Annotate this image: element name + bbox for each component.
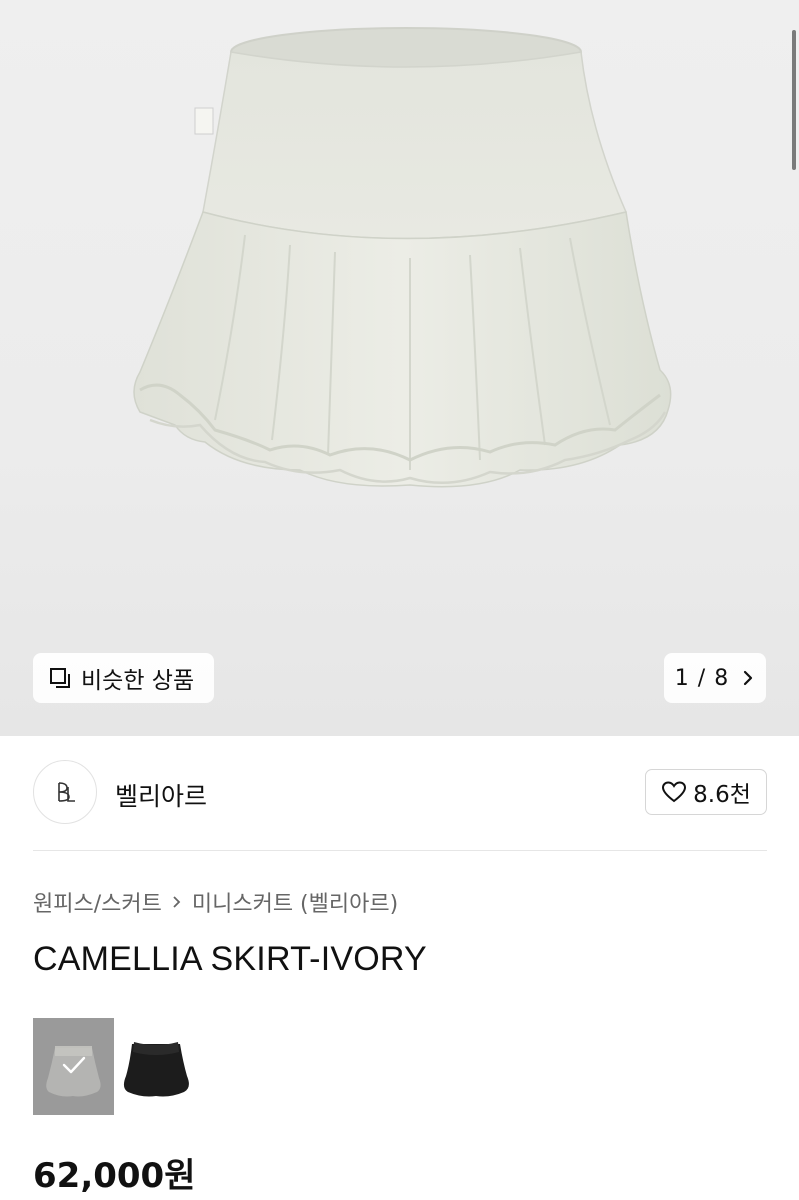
seller-logo [58,782,75,802]
scrollbar-thumb[interactable] [792,30,796,170]
swatch-image-black [123,1042,189,1097]
color-swatch-ivory[interactable] [33,1018,114,1115]
heart-icon [662,781,687,803]
product-image-gallery[interactable]: 비슷한 상품 1 / 8 [0,0,799,736]
check-icon [62,1056,86,1074]
breadcrumb-category[interactable]: 원피스/스커트 [33,886,162,918]
product-price: 62,000원 [33,1156,196,1196]
divider [33,850,767,851]
similar-items-icon [49,667,71,689]
like-count: 8.6천 [693,782,751,808]
like-button[interactable]: 8.6천 [645,769,767,815]
breadcrumb-subcategory[interactable]: 미니스커트 (벨리아르) [192,886,398,918]
product-title: CAMELLIA SKIRT-IVORY [33,940,427,978]
seller-name[interactable]: 벨리아르 [115,777,207,813]
color-swatch-black[interactable] [116,1018,197,1115]
similar-products-label: 비슷한 상품 [81,668,195,694]
chevron-right-icon [741,669,755,687]
similar-products-button[interactable]: 비슷한 상품 [33,653,214,703]
product-image-skirt [133,27,672,488]
seller-row: 벨리아르 8.6천 [33,760,767,824]
chevron-right-icon [172,890,182,914]
image-counter-button[interactable]: 1 / 8 [664,653,766,703]
seller-avatar[interactable] [33,760,97,824]
image-counter-text: 1 / 8 [674,665,730,691]
breadcrumb: 원피스/스커트 미니스커트 (벨리아르) [33,886,398,918]
